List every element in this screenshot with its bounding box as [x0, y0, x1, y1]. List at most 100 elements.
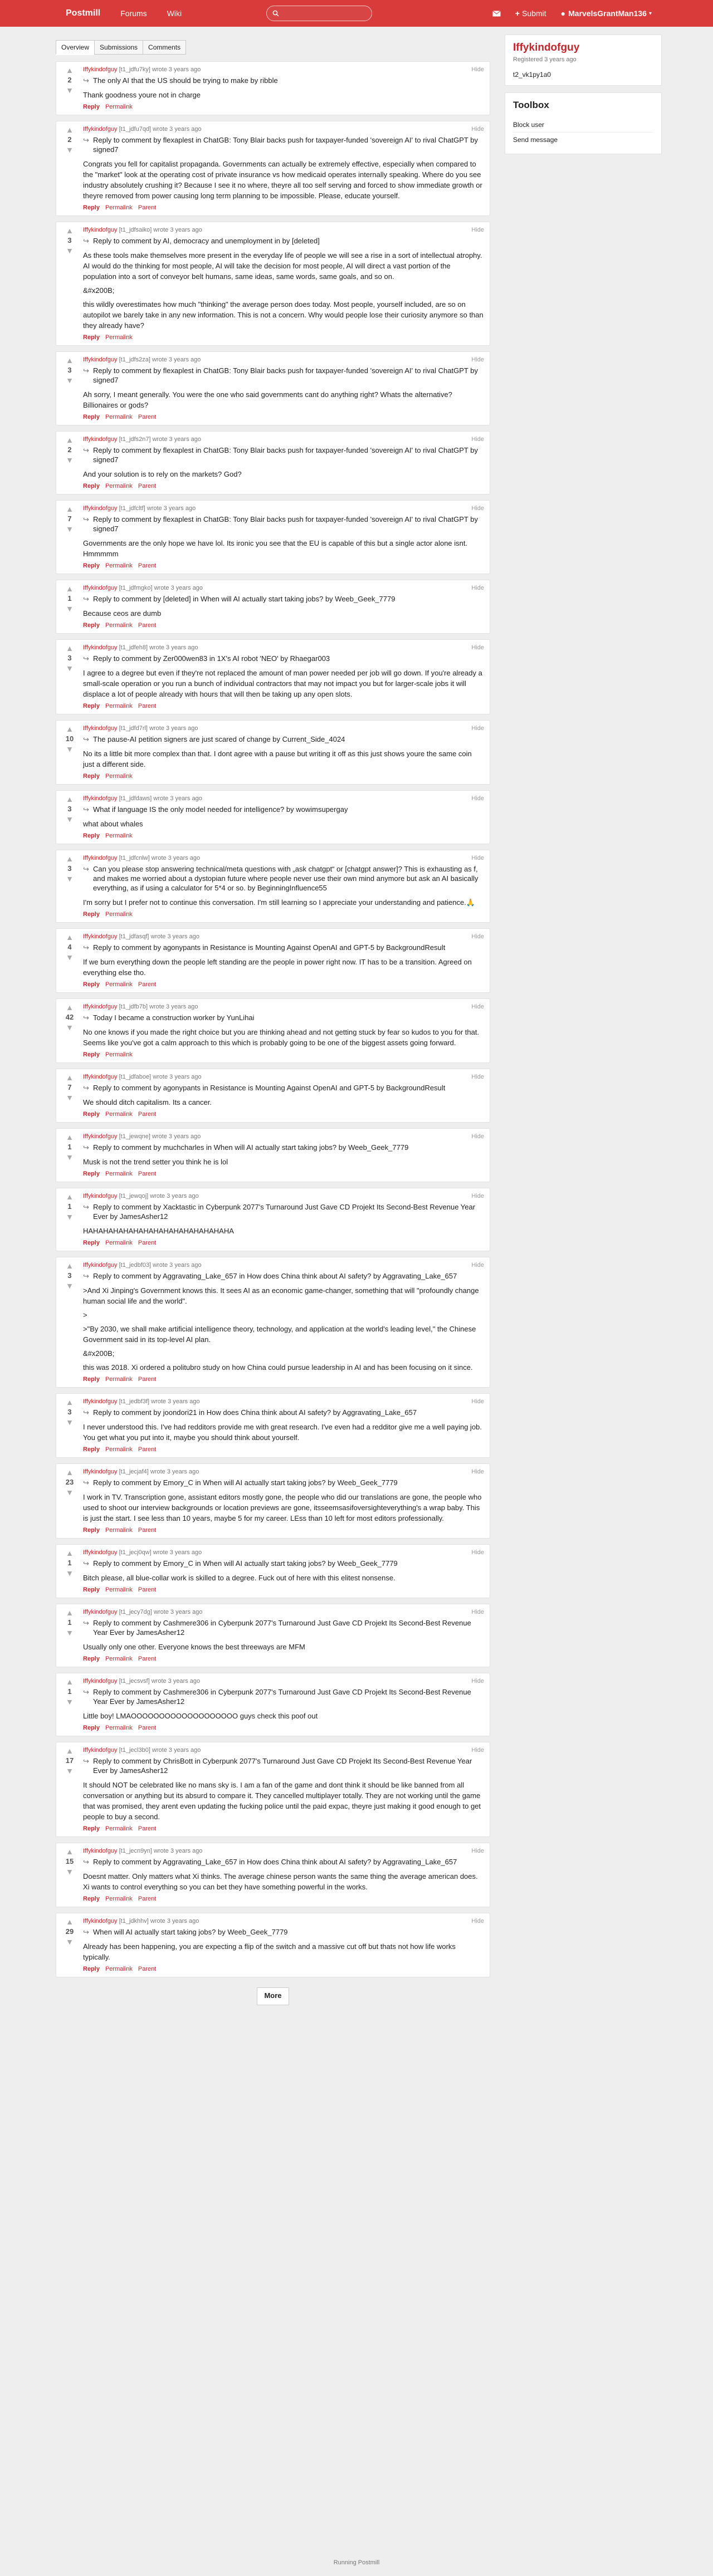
parent-author[interactable]: flexaplest: [163, 515, 194, 523]
comment-author[interactable]: Iffykindofguy: [83, 1678, 118, 1684]
parent-author[interactable]: agonypants: [163, 1084, 201, 1092]
parent-link[interactable]: Parent: [138, 1725, 156, 1731]
submission-author[interactable]: Weeb_Geek_7779: [338, 1559, 398, 1568]
downvote-icon[interactable]: ▼: [61, 376, 79, 384]
upvote-icon[interactable]: ▲: [61, 1918, 79, 1926]
hide-button[interactable]: Hide: [471, 1003, 484, 1010]
reply-link[interactable]: Reply: [83, 1966, 100, 1972]
permalink-link[interactable]: Permalink: [105, 204, 133, 211]
upvote-icon[interactable]: ▲: [61, 1549, 79, 1557]
permalink-link[interactable]: Permalink: [105, 483, 133, 489]
downvote-icon[interactable]: ▼: [61, 605, 79, 613]
parent-link[interactable]: Parent: [138, 1586, 156, 1593]
hide-button[interactable]: Hide: [471, 227, 484, 233]
parent-link[interactable]: Parent: [138, 622, 156, 629]
submission-title[interactable]: When will AI actually start taking jobs?: [214, 1143, 336, 1152]
submission-author[interactable]: JamesAsher12: [120, 1212, 168, 1221]
hide-button[interactable]: Hide: [471, 933, 484, 940]
submission-author[interactable]: BeginningInfluence55: [257, 884, 327, 892]
hide-button[interactable]: Hide: [471, 1678, 484, 1684]
block-user-button[interactable]: Block user: [513, 117, 653, 132]
downvote-icon[interactable]: ▼: [61, 1938, 79, 1946]
submission-title[interactable]: Resistance is Mounting Against OpenAI an…: [210, 1084, 374, 1092]
permalink-link[interactable]: Permalink: [105, 414, 133, 420]
parent-author[interactable]: AI, democracy and unemployment: [163, 237, 272, 245]
reply-link[interactable]: Reply: [83, 1111, 100, 1118]
upvote-icon[interactable]: ▲: [61, 1609, 79, 1617]
parent-link[interactable]: Parent: [138, 562, 156, 569]
downvote-icon[interactable]: ▼: [61, 1213, 79, 1221]
upvote-icon[interactable]: ▲: [61, 1848, 79, 1855]
reply-link[interactable]: Reply: [83, 981, 100, 988]
user-menu[interactable]: ● MarvelsGrantMan136 ▾: [561, 9, 652, 18]
submission-author[interactable]: BackgroundResult: [386, 1084, 445, 1092]
submission-author[interactable]: ribble: [260, 76, 278, 85]
parent-author[interactable]: muchcharles: [163, 1143, 204, 1152]
parent-link[interactable]: Parent: [138, 1966, 156, 1972]
submission-title[interactable]: How does China think about AI safety?: [247, 1858, 371, 1866]
submission-title[interactable]: ChatGB: Tony Blair backs push for taxpay…: [203, 136, 468, 144]
hide-button[interactable]: Hide: [471, 1918, 484, 1924]
reply-link[interactable]: Reply: [83, 1825, 100, 1832]
permalink-link[interactable]: Permalink: [105, 334, 133, 341]
comment-author[interactable]: Iffykindofguy: [83, 1133, 118, 1140]
downvote-icon[interactable]: ▼: [61, 1767, 79, 1775]
submission-author[interactable]: Weeb_Geek_7779: [338, 1478, 398, 1487]
downvote-icon[interactable]: ▼: [61, 1868, 79, 1875]
nav-wiki[interactable]: Wiki: [167, 9, 182, 18]
comment-author[interactable]: Iffykindofguy: [83, 1549, 118, 1556]
reply-link[interactable]: Reply: [83, 703, 100, 709]
upvote-icon[interactable]: ▲: [61, 227, 79, 234]
site-brand[interactable]: Postmill: [66, 8, 100, 18]
parent-link[interactable]: Parent: [138, 1240, 156, 1246]
submission-title[interactable]: Today I became a construction worker: [93, 1013, 215, 1022]
parent-author[interactable]: agonypants: [163, 943, 201, 952]
search-input[interactable]: [282, 8, 368, 18]
permalink-link[interactable]: Permalink: [105, 1966, 133, 1972]
upvote-icon[interactable]: ▲: [61, 436, 79, 444]
permalink-link[interactable]: Permalink: [105, 703, 133, 709]
reply-link[interactable]: Reply: [83, 1656, 100, 1662]
submission-title[interactable]: When will AI actually start taking jobs?: [203, 1478, 325, 1487]
hide-button[interactable]: Hide: [471, 436, 484, 443]
reply-link[interactable]: Reply: [83, 483, 100, 489]
submission-author[interactable]: signed7: [93, 456, 119, 464]
downvote-icon[interactable]: ▼: [61, 456, 79, 464]
permalink-link[interactable]: Permalink: [105, 1376, 133, 1383]
comment-author[interactable]: Iffykindofguy: [83, 66, 118, 73]
reply-link[interactable]: Reply: [83, 104, 100, 110]
submission-author[interactable]: JamesAsher12: [136, 1697, 185, 1706]
parent-author[interactable]: flexaplest: [163, 136, 194, 144]
hide-button[interactable]: Hide: [471, 505, 484, 512]
downvote-icon[interactable]: ▼: [61, 664, 79, 672]
parent-author[interactable]: flexaplest: [163, 446, 194, 454]
downvote-icon[interactable]: ▼: [61, 1282, 79, 1290]
submission-author[interactable]: JamesAsher12: [120, 1766, 168, 1775]
submission-author[interactable]: signed7: [93, 145, 119, 154]
submission-title[interactable]: When will AI actually start taking jobs?: [203, 1559, 325, 1568]
submission-author[interactable]: JamesAsher12: [136, 1628, 185, 1637]
comment-author[interactable]: Iffykindofguy: [83, 436, 118, 443]
permalink-link[interactable]: Permalink: [105, 1111, 133, 1118]
upvote-icon[interactable]: ▲: [61, 66, 79, 74]
reply-link[interactable]: Reply: [83, 562, 100, 569]
parent-link[interactable]: Parent: [138, 1825, 156, 1832]
permalink-link[interactable]: Permalink: [105, 832, 133, 839]
upvote-icon[interactable]: ▲: [61, 855, 79, 863]
reply-link[interactable]: Reply: [83, 911, 100, 918]
permalink-link[interactable]: Permalink: [105, 1656, 133, 1662]
comment-author[interactable]: Iffykindofguy: [83, 1262, 118, 1269]
hide-button[interactable]: Hide: [471, 1747, 484, 1754]
parent-author[interactable]: Aggravating_Lake_657: [163, 1272, 237, 1280]
permalink-link[interactable]: Permalink: [105, 773, 133, 780]
submission-author[interactable]: [deleted]: [292, 237, 320, 245]
comment-author[interactable]: Iffykindofguy: [83, 795, 118, 802]
upvote-icon[interactable]: ▲: [61, 1074, 79, 1081]
permalink-link[interactable]: Permalink: [105, 981, 133, 988]
comment-author[interactable]: Iffykindofguy: [83, 1747, 118, 1754]
submission-title[interactable]: How does China think about AI safety?: [207, 1408, 331, 1417]
hide-button[interactable]: Hide: [471, 1609, 484, 1615]
submission-author[interactable]: Rhaegar003: [290, 654, 330, 663]
reply-link[interactable]: Reply: [83, 622, 100, 629]
submission-author[interactable]: signed7: [93, 525, 119, 533]
